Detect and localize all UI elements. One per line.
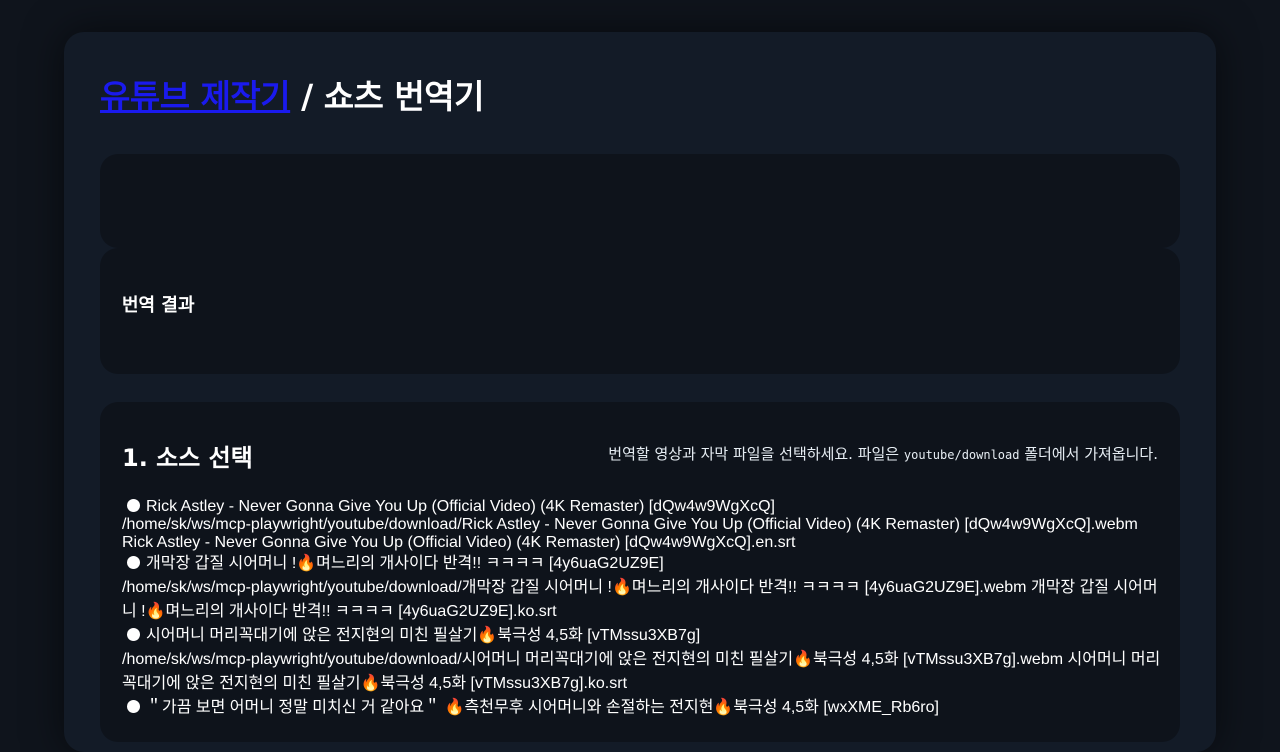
source-option-title: 시어머니 머리꼭대기에 앉은 전지현의 미친 필살기🔥북극성 4,5화 [vTM… <box>146 627 701 644</box>
download-folder-path: youtube/download <box>903 448 1020 462</box>
youtube-maker-link[interactable]: 유튜브 제작기 <box>100 77 291 116</box>
source-option-subtitle-file: Rick Astley - Never Gonna Give You Up (O… <box>122 534 796 551</box>
page-title-text: 쇼츠 번역기 <box>323 77 485 116</box>
source-option-video-path: /home/sk/ws/mcp-playwright/youtube/downl… <box>122 579 1027 596</box>
source-desc-suffix: 폴더에서 가져옵니다. <box>1019 445 1158 463</box>
source-select-panel: 1. 소스 선택 번역할 영상과 자막 파일을 선택하세요. 파일은 youtu… <box>100 402 1180 742</box>
translation-result-heading: 번역 결과 <box>122 295 195 316</box>
source-option-video-path: /home/sk/ws/mcp-playwright/youtube/downl… <box>122 516 1138 533</box>
radio-button-icon[interactable] <box>127 700 140 713</box>
radio-button-icon[interactable] <box>127 628 140 641</box>
source-option[interactable]: 시어머니 머리꼭대기에 앉은 전지현의 미친 필살기🔥북극성 4,5화 [vTM… <box>122 624 1162 696</box>
empty-panel <box>100 154 1180 248</box>
source-desc-text: 번역할 영상과 자막 파일을 선택하세요. 파일은 <box>608 445 904 463</box>
source-option-title: 개막장 갑질 시어머니 !🔥며느리의 개사이다 반격!! ㅋㅋㅋㅋ [4y6ua… <box>146 555 664 572</box>
source-option[interactable]: 개막장 갑질 시어머니 !🔥며느리의 개사이다 반격!! ㅋㅋㅋㅋ [4y6ua… <box>122 552 1162 624</box>
radio-button-icon[interactable] <box>127 556 140 569</box>
source-option[interactable]: Rick Astley - Never Gonna Give You Up (O… <box>122 498 1162 552</box>
source-file-list: Rick Astley - Never Gonna Give You Up (O… <box>122 498 1162 720</box>
source-option-title: ＂가끔 보면 어머니 정말 미치신 거 같아요＂ 🔥측천무후 시어머니와 손절하… <box>146 699 939 716</box>
title-separator: / <box>290 77 324 116</box>
source-option-title: Rick Astley - Never Gonna Give You Up (O… <box>146 498 775 515</box>
source-option[interactable]: ＂가끔 보면 어머니 정말 미치신 거 같아요＂ 🔥측천무후 시어머니와 손절하… <box>122 696 1162 720</box>
source-select-heading: 1. 소스 선택 <box>122 444 253 472</box>
translation-result-panel: 번역 결과 <box>100 248 1180 374</box>
source-option-video-path: /home/sk/ws/mcp-playwright/youtube/downl… <box>122 651 1064 668</box>
source-select-description: 번역할 영상과 자막 파일을 선택하세요. 파일은 youtube/downlo… <box>608 443 1158 464</box>
radio-button-icon[interactable] <box>127 499 140 512</box>
page-title: 유튜브 제작기 / 쇼츠 번역기 <box>100 70 484 118</box>
